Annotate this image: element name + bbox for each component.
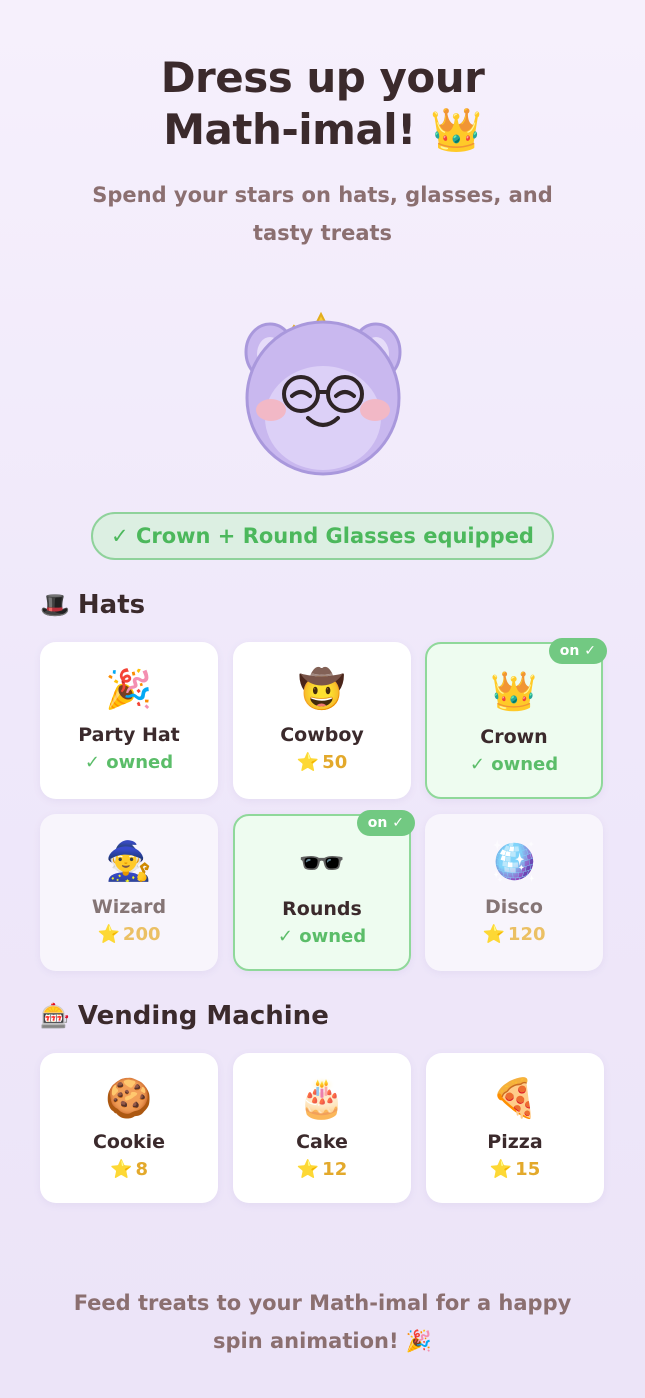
item-price: ⭐ 15 (490, 1159, 540, 1180)
slot-machine-icon: 🎰 (40, 1002, 70, 1030)
party-popper-icon: 🎉 (105, 667, 153, 711)
title-line-1: Dress up your (160, 53, 485, 102)
cowboy-face-icon: 🤠 (298, 667, 346, 711)
glasses-card-rounds[interactable]: on ✓ 🕶️ Rounds ✓ owned (233, 810, 415, 971)
owned-label: ✓ owned (84, 752, 174, 773)
hat-card-crown[interactable]: on ✓ 👑 Crown ✓ owned (425, 638, 607, 799)
treat-card-cookie[interactable]: 🍪 Cookie ⭐ 8 (40, 1053, 218, 1203)
hats-section-title: 🎩 Hats (40, 590, 145, 620)
footer-hint: Feed treats to your Math-imal for a happ… (73, 1291, 572, 1353)
owned-label: ✓ owned (469, 754, 559, 775)
price-value: 200 (122, 924, 161, 945)
hats-section-label: Hats (77, 590, 146, 620)
crown-icon: 👑 (490, 669, 538, 713)
price-value: 50 (322, 752, 348, 773)
price-value: 12 (322, 1159, 348, 1180)
hat-card-disco[interactable]: 🪩 Disco ⭐ 120 (425, 814, 603, 971)
star-icon: ⭐ (296, 752, 320, 773)
item-name: Party Hat (78, 724, 180, 746)
hat-card-party-hat[interactable]: 🎉 Party Hat ✓ owned (40, 642, 218, 799)
disco-ball-icon: 🪩 (490, 839, 538, 883)
star-icon: ⭐ (110, 1159, 133, 1180)
item-price: ⭐ 12 (297, 1159, 347, 1180)
treat-card-cake[interactable]: 🎂 Cake ⭐ 12 (233, 1053, 411, 1203)
price-value: 8 (135, 1159, 148, 1180)
cookie-icon: 🍪 (105, 1076, 153, 1120)
item-price: ⭐ 50 (297, 752, 347, 773)
cake-icon: 🎂 (298, 1076, 346, 1120)
star-icon: ⭐ (97, 924, 120, 945)
star-icon: ⭐ (489, 1159, 513, 1180)
wizard-icon: 🧙 (105, 839, 153, 883)
star-icon: ⭐ (296, 1159, 320, 1180)
equipped-on-badge: on ✓ (548, 638, 607, 664)
top-hat-icon: 🎩 (40, 591, 70, 619)
page-title: Dress up your Math-imal! 👑 (0, 52, 645, 156)
owned-label: ✓ owned (277, 926, 367, 947)
item-name: Cowboy (280, 724, 364, 746)
treat-card-pizza[interactable]: 🍕 Pizza ⭐ 15 (426, 1053, 604, 1203)
item-name: Pizza (487, 1131, 543, 1153)
item-name: Cookie (92, 1131, 166, 1153)
pizza-icon: 🍕 (491, 1076, 539, 1120)
hat-card-cowboy[interactable]: 🤠 Cowboy ⭐ 50 (233, 642, 411, 799)
vending-section-label: Vending Machine (77, 1001, 329, 1031)
mascot-avatar[interactable] (238, 306, 408, 476)
equipped-status-badge: ✓ Crown + Round Glasses equipped (91, 512, 554, 560)
item-name: Disco (485, 896, 543, 918)
mascot-illustration (244, 311, 402, 476)
item-name: Rounds (282, 898, 362, 920)
title-line-2: Math-imal! 👑 (163, 105, 482, 154)
item-price: ⭐ 120 (483, 924, 546, 945)
item-name: Crown (480, 726, 548, 748)
item-name: Cake (296, 1131, 348, 1153)
page-subtitle: Spend your stars on hats, glasses, and t… (92, 183, 553, 245)
price-value: 120 (507, 924, 546, 945)
item-name: Wizard (91, 896, 167, 918)
price-value: 15 (515, 1159, 541, 1180)
equipped-on-badge: on ✓ (356, 810, 415, 836)
sunglasses-icon: 🕶️ (298, 841, 346, 885)
item-price: ⭐ 200 (98, 924, 161, 945)
vending-section-title: 🎰 Vending Machine (40, 1001, 329, 1031)
item-price: ⭐ 8 (110, 1159, 148, 1180)
hat-card-wizard[interactable]: 🧙 Wizard ⭐ 200 (40, 814, 218, 971)
star-icon: ⭐ (482, 924, 505, 945)
